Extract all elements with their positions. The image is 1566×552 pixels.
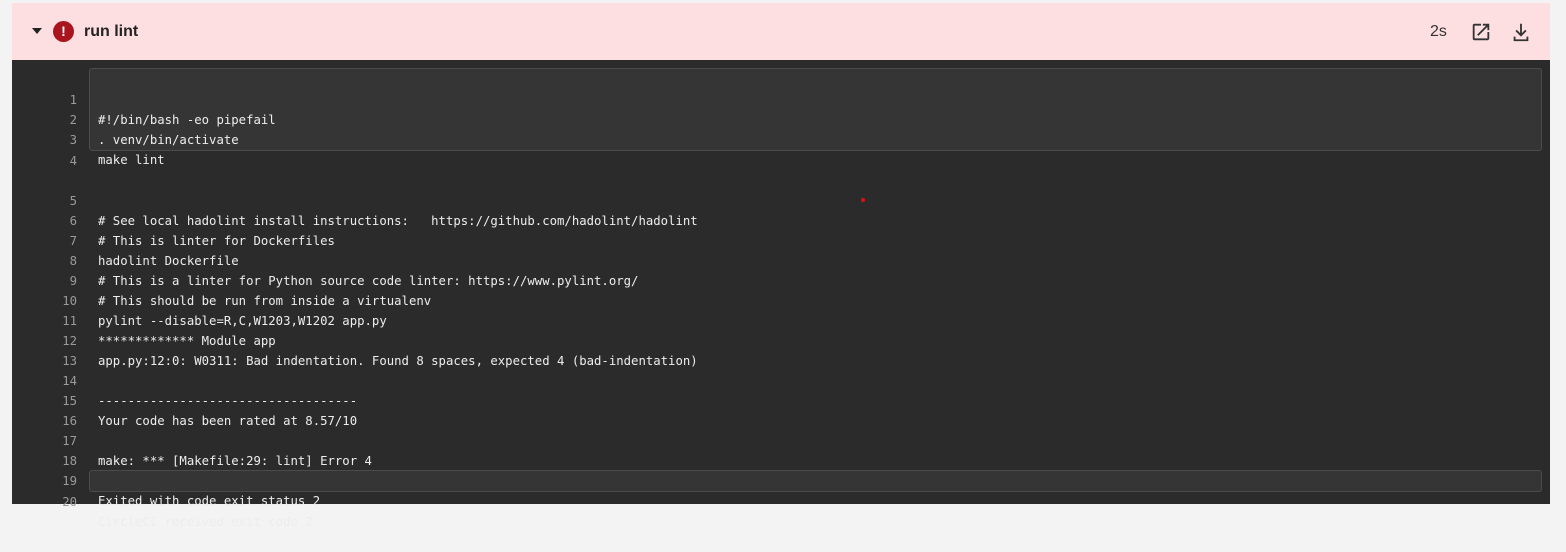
log-line: 17 make: *** [Makefile:29: lint] Error 4 (12, 411, 1550, 468)
log-line: 20 CircleCI received exit code 2 (12, 472, 1550, 529)
step-log-output: 1 #!/bin/bash -eo pipefail 2 . venv/bin/… (12, 60, 1550, 529)
log-line: 3 make lint (12, 110, 1550, 167)
chevron-down-icon[interactable] (32, 28, 42, 34)
log-line: 15 Your code has been rated at 8.57/10 (12, 371, 1550, 428)
log-line: 2 . venv/bin/activate (12, 90, 1550, 147)
log-line: 7 hadolint Dockerfile (12, 211, 1550, 268)
log-line: 8 # This is a linter for Python source c… (12, 231, 1550, 288)
line-number: 4 (69, 154, 77, 168)
log-line: 16 (12, 391, 1550, 428)
log-line: 11 ************* Module app (12, 291, 1550, 348)
step-duration: 2s (1430, 23, 1447, 40)
open-in-new-icon[interactable] (1470, 21, 1492, 43)
log-line: 13 (12, 331, 1550, 368)
log-line: 5 # See local hadolint install instructi… (12, 171, 1550, 228)
download-icon[interactable] (1510, 21, 1532, 43)
line-text: make lint (98, 153, 165, 167)
log-line: 1 #!/bin/bash -eo pipefail (12, 70, 1550, 127)
line-text: Exited with code exit status 2 (98, 494, 321, 508)
log-line: 18 (12, 431, 1550, 468)
step-panel: ! run lint 2s 1 #!/bin/bash -eo pipefail… (12, 3, 1550, 529)
error-icon: ! (53, 21, 74, 42)
log-line: 10 pylint --disable=R,C,W1203,W1202 app.… (12, 271, 1550, 328)
log-line: 6 # This is linter for Dockerfiles (12, 191, 1550, 248)
line-number: 20 (62, 495, 77, 509)
log-line: 14 ----------------------------------- (12, 351, 1550, 408)
log-line: 9 # This should be run from inside a vir… (12, 251, 1550, 308)
cursor-dot (861, 198, 865, 202)
step-header[interactable]: ! run lint 2s (12, 3, 1550, 60)
log-line: 19 Exited with code exit status 2 (12, 451, 1550, 508)
step-title: run lint (84, 23, 139, 40)
log-line: 4 (12, 131, 1550, 168)
log-line: 12 app.py:12:0: W0311: Bad indentation. … (12, 311, 1550, 368)
line-text: CircleCI received exit code 2 (98, 515, 313, 529)
